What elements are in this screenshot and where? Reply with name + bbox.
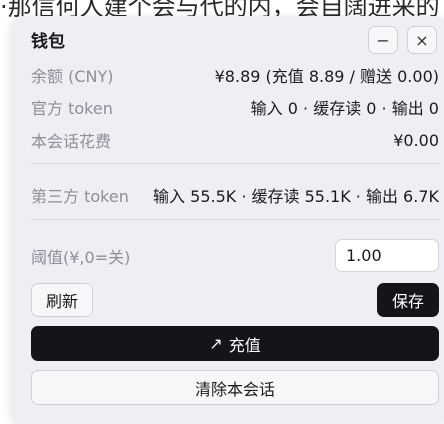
session-cost-value: ¥0.00 (393, 130, 439, 150)
wallet-title: 钱包 (31, 32, 65, 52)
arrow-up-right-icon: ↗ (209, 334, 223, 353)
official-token-value: 输入 0 · 缓存读 0 · 输出 0 (250, 99, 439, 118)
balance-label: 余额 (CNY) (31, 67, 114, 86)
threshold-row: 阈值(¥,0=关) (31, 245, 130, 267)
minimize-button[interactable]: − (368, 26, 398, 54)
topup-label: 充值 (228, 335, 261, 355)
session-cost-label: 本会话花费 (31, 132, 112, 151)
close-button[interactable]: × (407, 26, 437, 54)
save-button[interactable]: 保存 (377, 283, 439, 317)
wallet-panel: 钱包 − × 余额 (CNY) ¥8.89 (充值 8.89 / 赠送 0.00… (11, 16, 444, 424)
third-party-token-value: 输入 55.5K · 缓存读 55.1K · 输出 6.7K (153, 187, 439, 206)
refresh-button[interactable]: 刷新 (31, 283, 93, 317)
clear-session-button[interactable]: 清除本会话 (31, 370, 439, 405)
official-token-label: 官方 token (31, 99, 113, 118)
divider (31, 219, 439, 220)
close-icon: × (415, 30, 429, 50)
session-cost-row: 本会话花费 ¥0.00 (31, 129, 439, 152)
balance-row: 余额 (CNY) ¥8.89 (充值 8.89 / 赠送 0.00) (31, 64, 439, 86)
third-party-token-row: 第三方 token 输入 55.5K · 缓存读 55.1K · 输出 6.7K (31, 184, 439, 206)
divider (31, 163, 439, 164)
threshold-input[interactable]: 1.00 (335, 239, 439, 272)
minimize-icon: − (376, 30, 390, 50)
threshold-label: 阈值(¥,0=关) (31, 248, 131, 267)
third-party-token-label: 第三方 token (31, 187, 129, 206)
topup-button[interactable]: ↗ 充值 (31, 326, 439, 361)
official-token-row: 官方 token 输入 0 · 缓存读 0 · 输出 0 (31, 96, 439, 118)
balance-value: ¥8.89 (充值 8.89 / 赠送 0.00) (214, 67, 439, 86)
